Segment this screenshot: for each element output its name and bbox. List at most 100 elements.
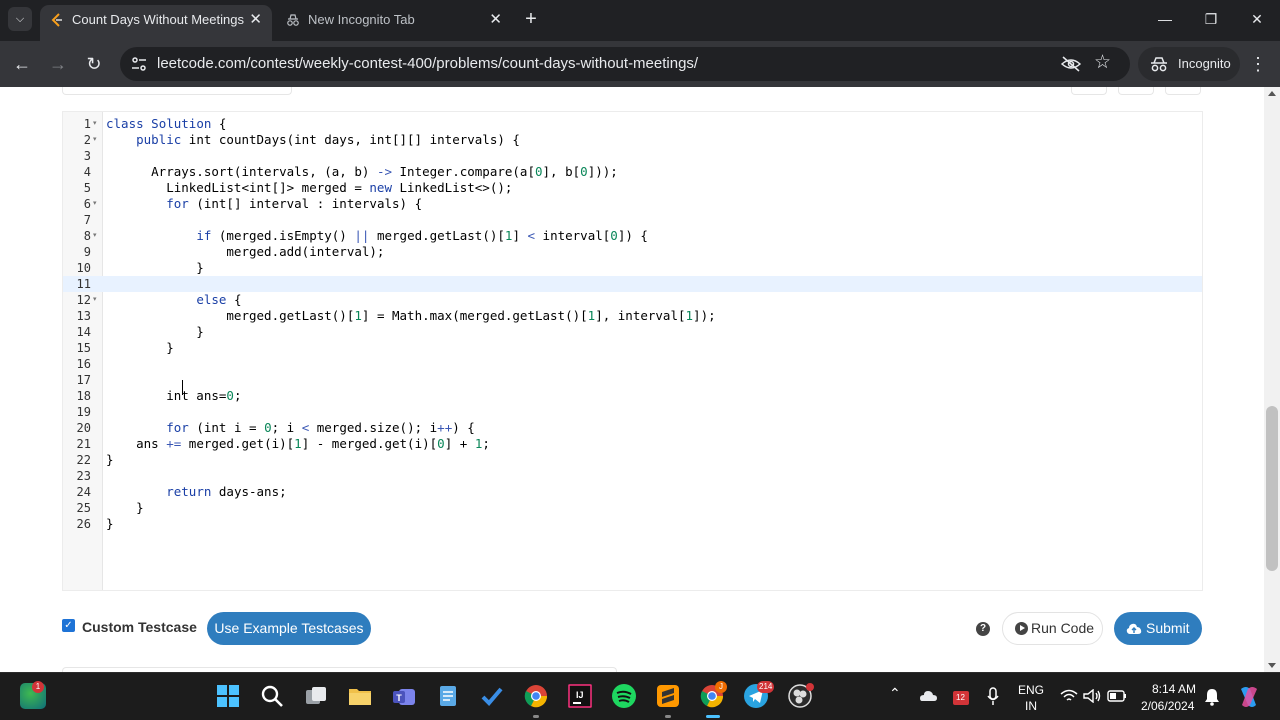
browser-menu-icon[interactable]: ⋮ [1248, 51, 1268, 77]
run-code-button[interactable]: Run Code [1002, 612, 1103, 645]
code-text[interactable]: ans += merged.get(i)[1] - merged.get(i)[… [106, 436, 490, 452]
onedrive-cloud-icon[interactable] [918, 689, 938, 703]
editor-toolbar-button[interactable] [1165, 87, 1201, 95]
code-line[interactable]: 23 [63, 468, 1202, 484]
code-line[interactable]: 2 ▾ public int countDays(int days, int[][… [63, 132, 1202, 148]
incognito-profile-button[interactable]: Incognito [1138, 47, 1240, 81]
reload-icon[interactable]: ↻ [81, 51, 107, 77]
eye-slash-icon[interactable] [1060, 55, 1082, 73]
wifi-icon[interactable] [1060, 689, 1078, 703]
code-text[interactable]: Arrays.sort(intervals, (a, b) -> Integer… [106, 164, 618, 180]
sublime-text-icon[interactable] [655, 683, 681, 709]
code-text[interactable]: class Solution { [106, 116, 226, 132]
code-text[interactable]: for (int i = 0; i < merged.size(); i++) … [106, 420, 475, 436]
tab-new-incognito[interactable]: New Incognito Tab ✕ [276, 5, 512, 41]
volume-icon[interactable] [1083, 689, 1101, 703]
code-line[interactable]: 13 merged.getLast()[1] = Math.max(merged… [63, 308, 1202, 324]
page-scrollbar[interactable] [1264, 87, 1280, 672]
fold-arrow-icon[interactable]: ▾ [93, 116, 97, 132]
code-line[interactable]: 19 [63, 404, 1202, 420]
search-icon[interactable] [259, 683, 285, 709]
code-text[interactable]: } [106, 260, 204, 276]
code-line[interactable]: 21 ans += merged.get(i)[1] - merged.get(… [63, 436, 1202, 452]
code-line[interactable]: 20 for (int i = 0; i < merged.size(); i+… [63, 420, 1202, 436]
code-text[interactable]: else { [106, 292, 241, 308]
address-bar[interactable]: leetcode.com/contest/weekly-contest-400/… [120, 47, 1130, 81]
code-line[interactable]: 7 [63, 212, 1202, 228]
editor-toolbar-button[interactable] [1071, 87, 1107, 95]
fold-arrow-icon[interactable]: ▾ [93, 132, 97, 148]
code-text[interactable]: public int countDays(int days, int[][] i… [106, 132, 520, 148]
code-text[interactable]: } [106, 324, 204, 340]
custom-testcase-label[interactable]: Custom Testcase [82, 619, 197, 635]
code-line[interactable]: 12 ▾ else { [63, 292, 1202, 308]
code-line[interactable]: 26} [63, 516, 1202, 532]
code-line[interactable]: 6 ▾ for (int[] interval : intervals) { [63, 196, 1202, 212]
minimize-icon[interactable]: — [1154, 8, 1176, 30]
code-line[interactable]: 18 int ans=0; [63, 388, 1202, 404]
site-settings-icon[interactable] [130, 55, 148, 73]
clock-date[interactable]: 2/06/2024 [1141, 699, 1194, 713]
code-line[interactable]: 4 Arrays.sort(intervals, (a, b) -> Integ… [63, 164, 1202, 180]
code-text[interactable]: merged.getLast()[1] = Math.max(merged.ge… [106, 308, 715, 324]
scrollbar-thumb[interactable] [1266, 406, 1278, 571]
code-text[interactable]: } [106, 340, 174, 356]
scroll-down-arrow-icon[interactable] [1268, 663, 1276, 668]
notification-bell-icon[interactable] [1204, 688, 1220, 706]
code-text[interactable]: merged.add(interval); [106, 244, 384, 260]
tab-search-button[interactable]: ⌵ [8, 7, 32, 31]
forward-icon[interactable]: → [45, 51, 71, 77]
back-icon[interactable]: ← [9, 51, 35, 77]
code-text[interactable]: } [106, 452, 114, 468]
fold-arrow-icon[interactable]: ▾ [93, 228, 97, 244]
code-line[interactable]: 1 ▾ class Solution { [63, 116, 1202, 132]
close-window-icon[interactable]: ✕ [1246, 8, 1268, 30]
input-region[interactable]: IN [1025, 699, 1037, 713]
intellij-icon[interactable]: IJ [567, 683, 593, 709]
code-line[interactable]: 14 } [63, 324, 1202, 340]
custom-testcase-checkbox[interactable]: ✓ [62, 619, 75, 632]
code-line[interactable]: 25 } [63, 500, 1202, 516]
close-tab-icon[interactable]: ✕ [489, 5, 502, 35]
code-line[interactable]: 10 } [63, 260, 1202, 276]
code-line[interactable]: 16 [63, 356, 1202, 372]
close-tab-icon[interactable]: ✕ [249, 5, 262, 35]
chrome-icon[interactable] [523, 683, 549, 709]
url-text[interactable]: leetcode.com/contest/weekly-contest-400/… [157, 47, 698, 81]
show-hidden-icons-chevron-icon[interactable]: ⌃ [889, 685, 901, 702]
clock-time[interactable]: 8:14 AM [1152, 682, 1196, 696]
help-icon[interactable]: ? [976, 622, 990, 636]
windows-start-icon[interactable] [215, 683, 241, 709]
code-line[interactable]: 17 [63, 372, 1202, 388]
code-line[interactable]: 22} [63, 452, 1202, 468]
code-editor[interactable]: 1 ▾ class Solution {2 ▾ public int countDay… [62, 111, 1203, 591]
spotify-icon[interactable] [611, 683, 637, 709]
code-line[interactable]: 11 [63, 276, 1202, 292]
code-line[interactable]: 15 } [63, 340, 1202, 356]
new-tab-button[interactable]: + [520, 8, 542, 30]
language-select-remnant[interactable] [62, 87, 292, 95]
copilot-icon[interactable] [1236, 685, 1262, 709]
code-text[interactable]: LinkedList<int[]> merged = new LinkedLis… [106, 180, 512, 196]
code-text[interactable]: int ans=0; [106, 388, 241, 404]
use-example-testcases-button[interactable]: Use Example Testcases [207, 612, 371, 645]
microphone-icon[interactable] [986, 687, 1000, 707]
scroll-up-arrow-icon[interactable] [1268, 91, 1276, 96]
code-line[interactable]: 8 ▾ if (merged.isEmpty() || merged.getLas… [63, 228, 1202, 244]
todo-icon[interactable] [479, 683, 505, 709]
code-text[interactable]: for (int[] interval : intervals) { [106, 196, 422, 212]
bookmark-star-icon[interactable]: ☆ [1094, 51, 1111, 74]
notepad-icon[interactable] [435, 683, 461, 709]
code-text[interactable]: } [106, 516, 114, 532]
submit-button[interactable]: Submit [1114, 612, 1202, 645]
language-indicator[interactable]: ENG [1018, 683, 1044, 697]
code-line[interactable]: 3 [63, 148, 1202, 164]
code-line[interactable]: 5 LinkedList<int[]> merged = new LinkedL… [63, 180, 1202, 196]
editor-toolbar-button[interactable] [1118, 87, 1154, 95]
battery-icon[interactable] [1107, 690, 1127, 702]
task-view-icon[interactable] [303, 683, 329, 709]
code-text[interactable]: } [106, 500, 144, 516]
code-line[interactable]: 24 return days-ans; [63, 484, 1202, 500]
fold-arrow-icon[interactable]: ▾ [93, 292, 97, 308]
code-text[interactable]: return days-ans; [106, 484, 286, 500]
